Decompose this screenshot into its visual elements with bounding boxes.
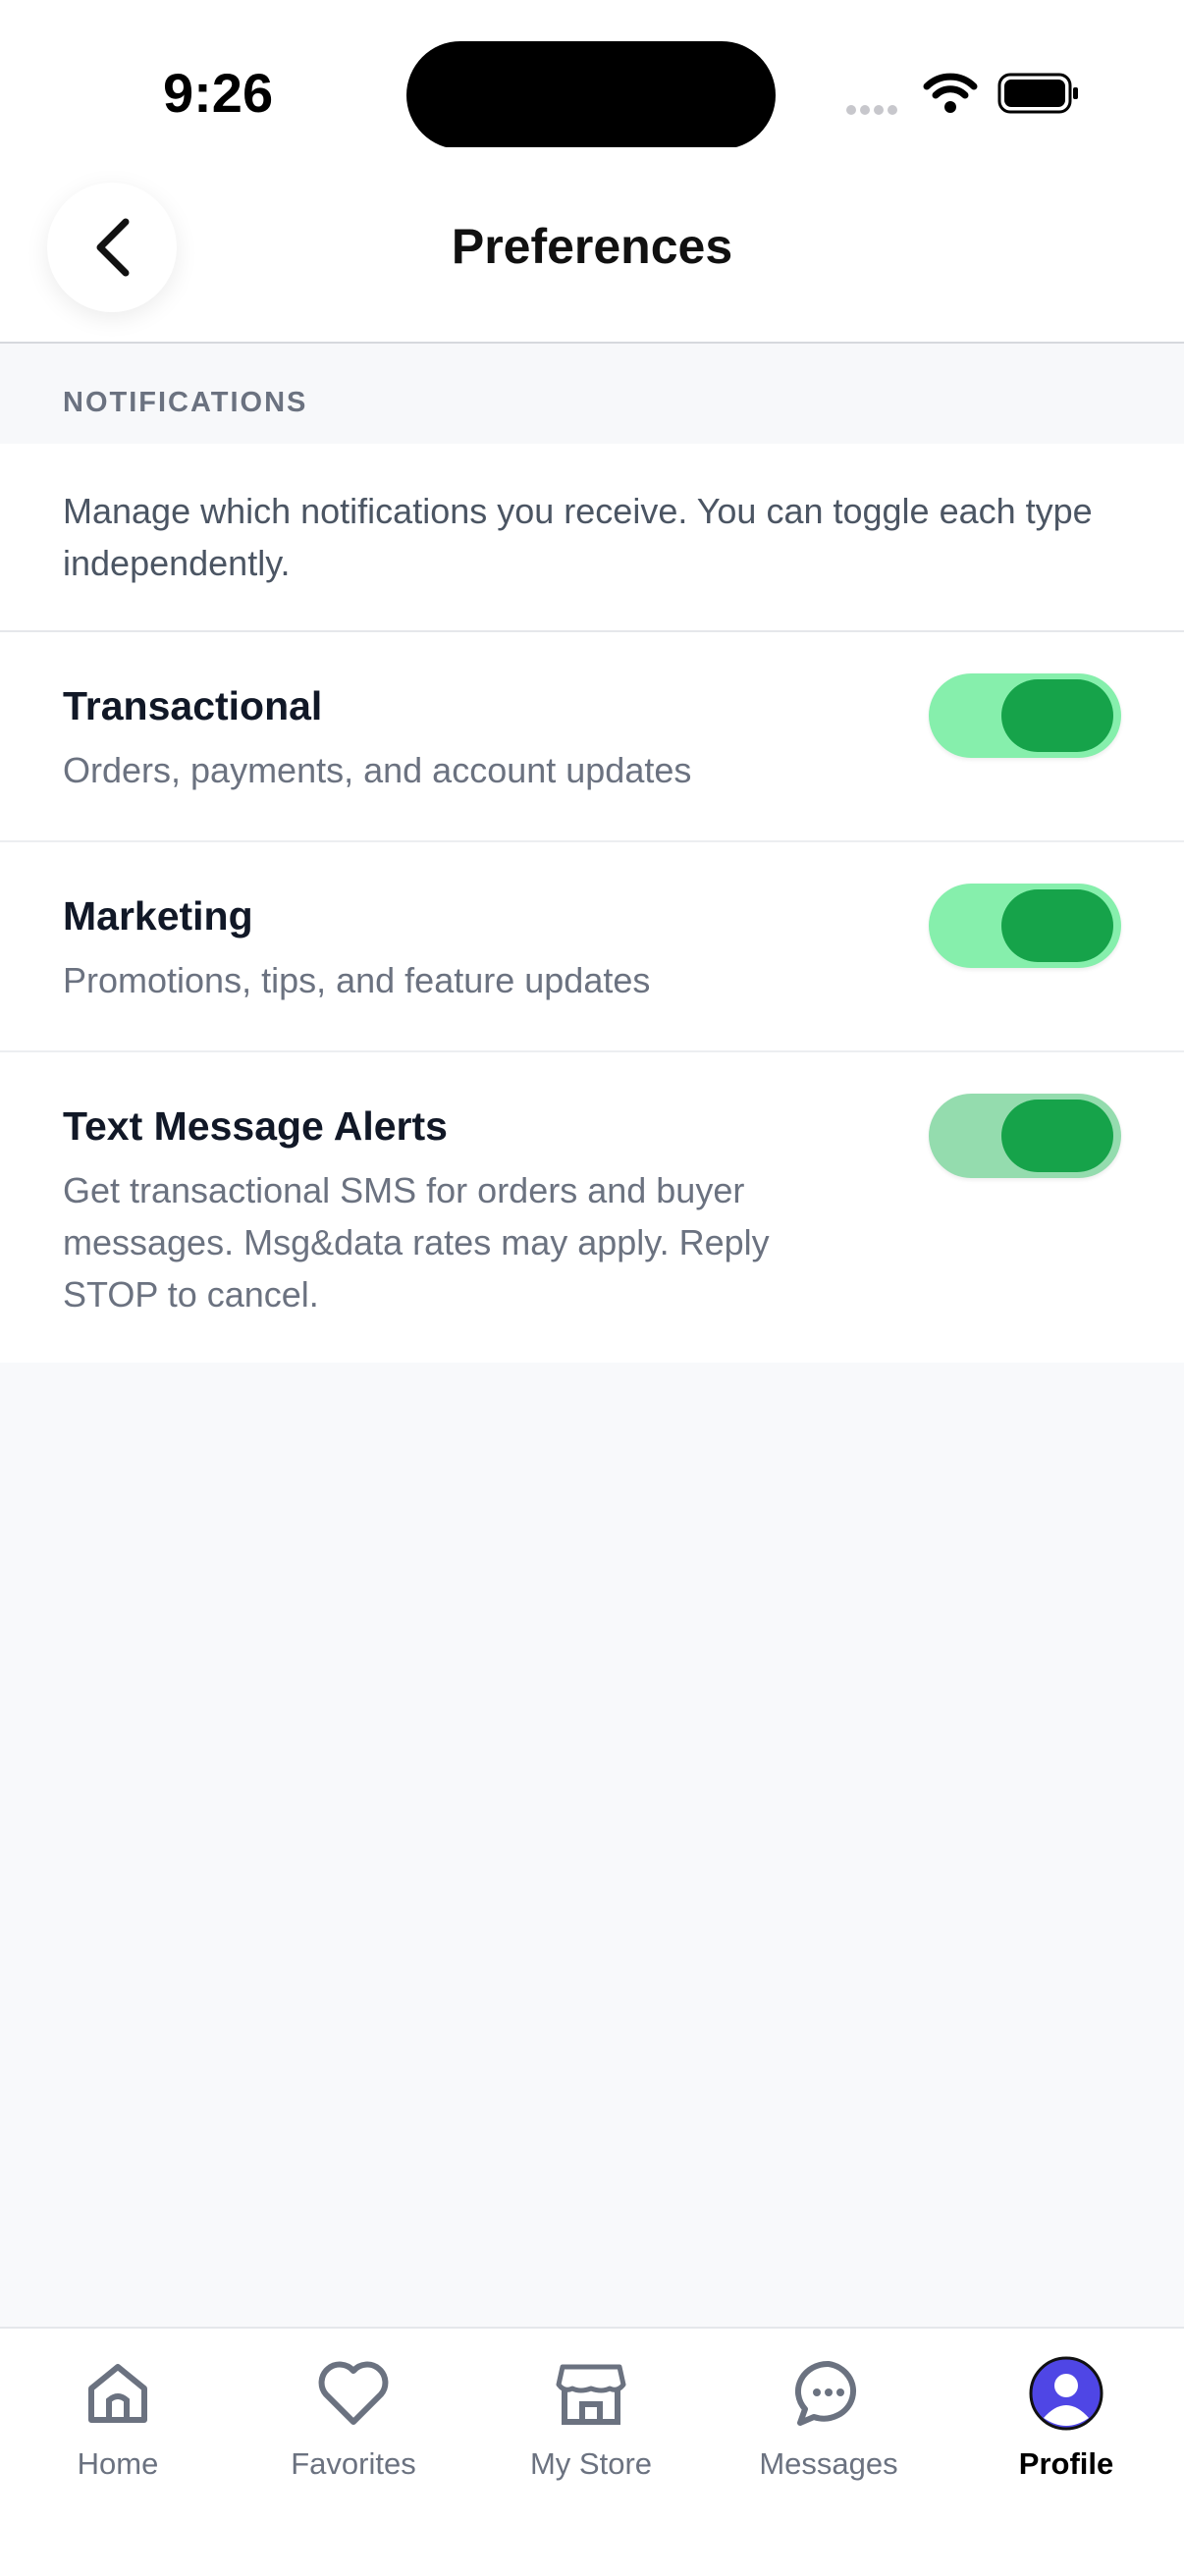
tab-favorites[interactable]: Favorites xyxy=(255,2354,452,2482)
heart-icon xyxy=(255,2354,452,2433)
tab-bar: Home Favorites My Store Messages Profile xyxy=(0,2327,1184,2576)
tab-label: Messages xyxy=(759,2446,898,2481)
setting-label: Marketing xyxy=(63,893,253,939)
transactional-toggle[interactable] xyxy=(929,673,1121,758)
tab-profile[interactable]: Profile xyxy=(968,2354,1164,2482)
tab-label: My Store xyxy=(529,2446,653,2481)
tab-messages[interactable]: Messages xyxy=(730,2354,927,2482)
setting-label: Transactional xyxy=(63,683,323,728)
toggle-knob xyxy=(1001,1100,1113,1172)
status-time: 9:26 xyxy=(163,62,274,124)
intro-text: Manage which notifications you receive. … xyxy=(63,491,1093,583)
dynamic-island xyxy=(406,41,776,149)
cellular-signal-icon xyxy=(846,102,901,120)
toggle-knob xyxy=(1001,679,1113,752)
battery-icon xyxy=(997,73,1080,119)
setting-label: Text Message Alerts xyxy=(63,1103,448,1149)
setting-description: Orders, payments, and account updates xyxy=(63,750,692,790)
tab-label: Favorites xyxy=(291,2446,416,2481)
page-title: Preferences xyxy=(451,219,733,274)
marketing-toggle[interactable] xyxy=(929,884,1121,968)
setting-description: Get transactional SMS for orders and buy… xyxy=(63,1170,770,1315)
sms-alerts-toggle[interactable] xyxy=(929,1094,1121,1178)
section-title: NOTIFICATIONS xyxy=(63,387,308,418)
tab-label: Profile xyxy=(1018,2446,1114,2481)
setting-row-marketing: Marketing Promotions, tips, and feature … xyxy=(0,842,1184,1052)
chat-icon xyxy=(730,2354,927,2433)
setting-row-transactional: Transactional Orders, payments, and acco… xyxy=(0,632,1184,842)
section-header: NOTIFICATIONS xyxy=(0,344,1184,444)
nav-header: Preferences xyxy=(0,147,1184,344)
home-icon xyxy=(20,2354,216,2433)
tab-my-store[interactable]: My Store xyxy=(493,2354,689,2482)
tab-home[interactable]: Home xyxy=(20,2354,216,2482)
setting-description: Promotions, tips, and feature updates xyxy=(63,960,651,1000)
store-icon xyxy=(493,2354,689,2433)
setting-row-sms: Text Message Alerts Get transactional SM… xyxy=(0,1052,1184,1363)
toggle-knob xyxy=(1001,889,1113,962)
tab-label: Home xyxy=(77,2446,159,2481)
avatar-icon xyxy=(968,2354,1164,2433)
wifi-icon xyxy=(923,73,978,119)
section-intro: Manage which notifications you receive. … xyxy=(0,444,1184,632)
